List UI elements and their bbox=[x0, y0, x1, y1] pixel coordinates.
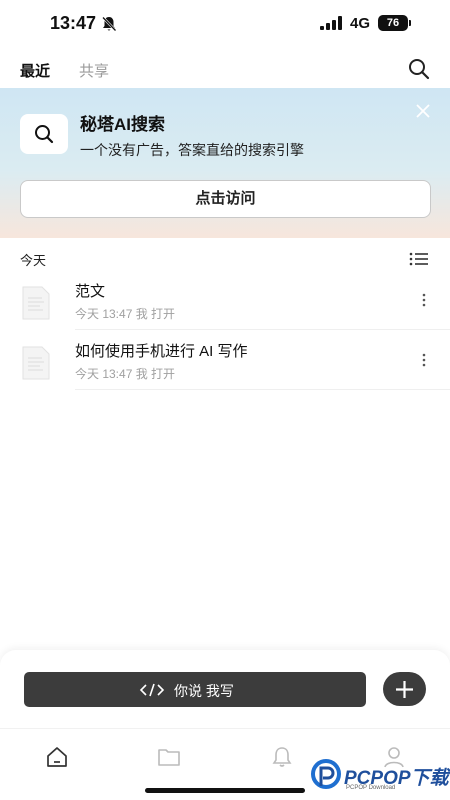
folder-icon[interactable] bbox=[157, 746, 181, 768]
code-icon bbox=[139, 683, 165, 697]
bell-icon[interactable] bbox=[270, 746, 294, 768]
watermark-sub: PCPOP Download bbox=[346, 785, 396, 791]
document-icon bbox=[22, 346, 50, 380]
tab-recent[interactable]: 最近 bbox=[20, 60, 50, 81]
close-icon[interactable] bbox=[414, 102, 432, 120]
search-icon bbox=[35, 125, 54, 144]
document-title: 如何使用手机进行 AI 写作 bbox=[75, 343, 248, 360]
header: 最近 共享 bbox=[0, 50, 450, 88]
document-meta: 今天 13:47 我 打开 bbox=[75, 367, 176, 381]
home-icon[interactable] bbox=[45, 746, 69, 768]
battery-cap bbox=[409, 20, 411, 26]
network-type: 4G bbox=[350, 15, 371, 32]
watermark: PCPOP下载 PCPOP Download bbox=[308, 757, 450, 797]
status-bar: 13:47 4G 76 bbox=[0, 0, 450, 50]
banner-icon-box bbox=[20, 114, 68, 154]
visit-button[interactable]: 点击访问 bbox=[20, 180, 431, 218]
tab-shared[interactable]: 共享 bbox=[79, 60, 109, 81]
document-row[interactable]: 如何使用手机进行 AI 写作 今天 13:47 我 打开 bbox=[0, 330, 450, 390]
write-button-label: 你说 我写 bbox=[174, 683, 234, 699]
composer-bar: 你说 我写 bbox=[0, 650, 450, 728]
plus-icon bbox=[396, 681, 413, 698]
document-row[interactable]: 范文 今天 13:47 我 打开 bbox=[0, 270, 450, 330]
banner-subtitle: 一个没有广告，答案直给的搜索引擎 bbox=[80, 142, 304, 158]
add-button[interactable] bbox=[383, 672, 426, 706]
document-icon bbox=[22, 286, 50, 320]
status-time: 13:47 bbox=[50, 13, 97, 33]
promo-banner: 秘塔AI搜索 一个没有广告，答案直给的搜索引擎 点击访问 bbox=[0, 88, 450, 238]
home-indicator[interactable] bbox=[145, 788, 305, 793]
write-button[interactable]: 你说 我写 bbox=[24, 672, 366, 707]
search-icon[interactable] bbox=[408, 58, 430, 80]
battery-icon: 76 bbox=[378, 15, 408, 31]
banner-title: 秘塔AI搜索 bbox=[80, 115, 165, 134]
pcpop-logo-icon bbox=[311, 759, 341, 789]
more-options-icon[interactable] bbox=[418, 352, 430, 368]
section-label-today: 今天 bbox=[20, 253, 47, 268]
document-meta: 今天 13:47 我 打开 bbox=[75, 307, 176, 321]
signal-icon bbox=[320, 16, 342, 30]
more-options-icon[interactable] bbox=[418, 292, 430, 308]
document-title: 范文 bbox=[75, 283, 106, 300]
bell-off-icon bbox=[102, 16, 117, 32]
divider bbox=[75, 389, 450, 390]
list-view-icon[interactable] bbox=[409, 251, 429, 267]
